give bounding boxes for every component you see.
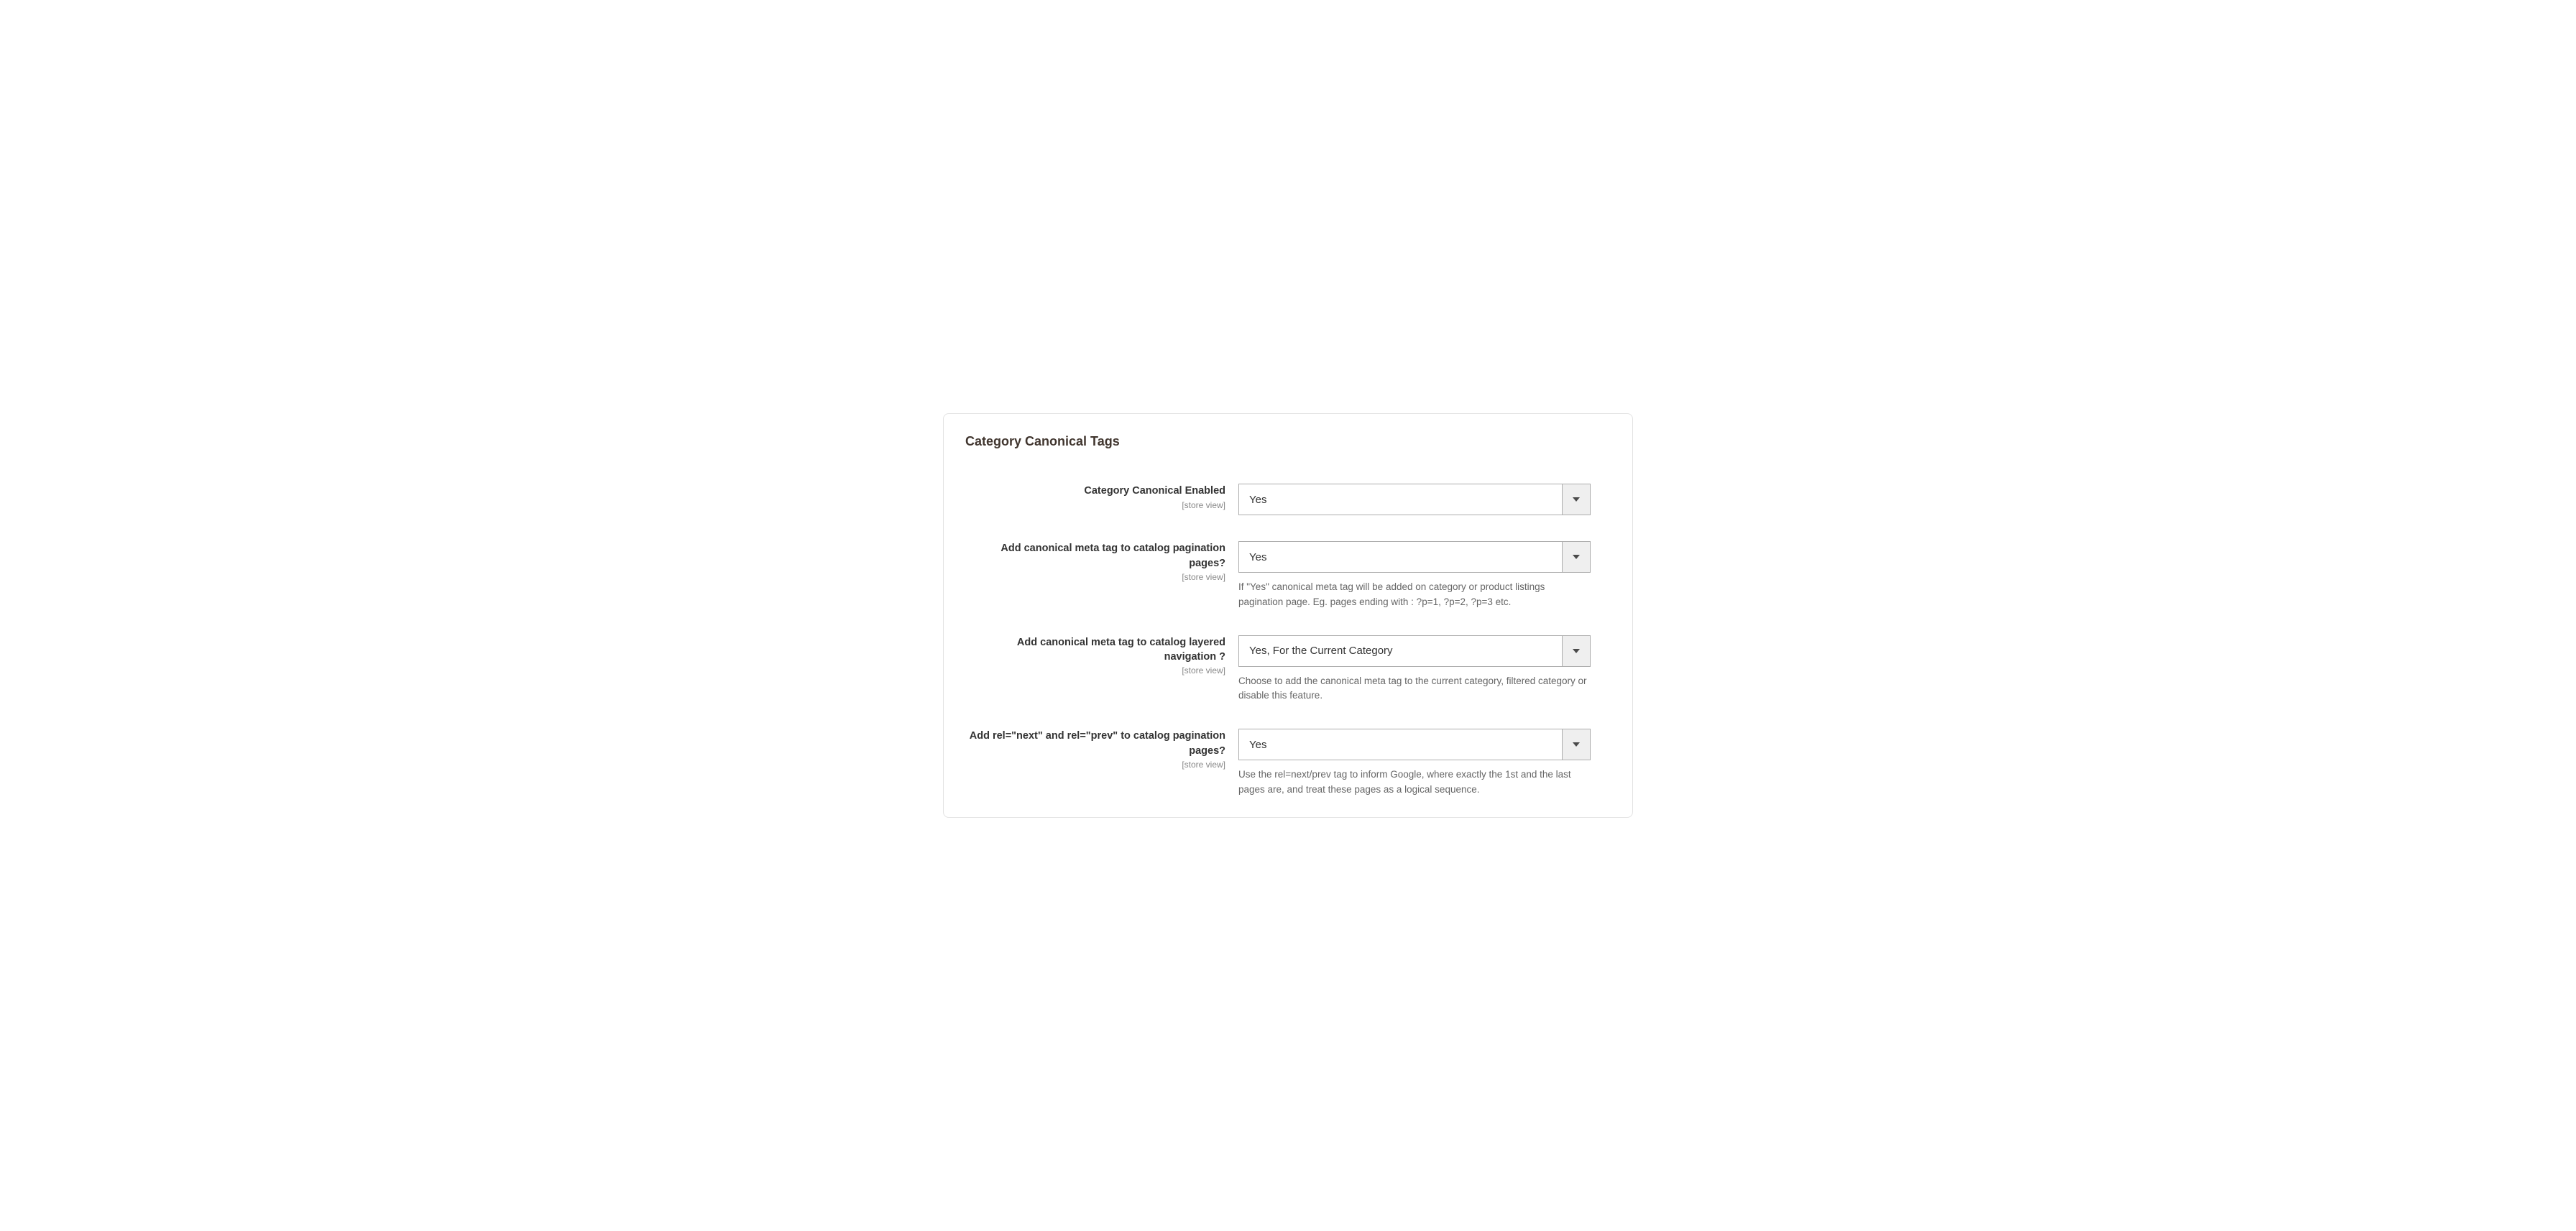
field-label-col: Add canonical meta tag to catalog layere… <box>965 635 1238 676</box>
field-label-col: Category Canonical Enabled [store view] <box>965 484 1238 510</box>
select-pagination-canonical[interactable]: Yes <box>1238 541 1591 573</box>
field-row-pagination-canonical: Add canonical meta tag to catalog pagina… <box>965 541 1611 609</box>
select-wrapper-rel-next-prev: Yes <box>1238 729 1591 760</box>
field-label-canonical-enabled: Category Canonical Enabled <box>965 484 1225 498</box>
select-rel-next-prev[interactable]: Yes <box>1238 729 1591 760</box>
field-control-col: Yes, For the Current Category Choose to … <box>1238 635 1591 704</box>
field-scope: [store view] <box>965 665 1225 676</box>
field-control-col: Yes Use the rel=next/prev tag to inform … <box>1238 729 1591 797</box>
field-row-canonical-enabled: Category Canonical Enabled [store view] … <box>965 484 1611 515</box>
select-wrapper-canonical-enabled: Yes <box>1238 484 1591 515</box>
field-control-col: Yes If "Yes" canonical meta tag will be … <box>1238 541 1591 609</box>
field-note-layered-nav-canonical: Choose to add the canonical meta tag to … <box>1238 674 1591 704</box>
field-row-rel-next-prev: Add rel="next" and rel="prev" to catalog… <box>965 729 1611 797</box>
field-row-layered-nav-canonical: Add canonical meta tag to catalog layere… <box>965 635 1611 704</box>
field-scope: [store view] <box>965 500 1225 510</box>
field-label-col: Add rel="next" and rel="prev" to catalog… <box>965 729 1238 770</box>
field-note-rel-next-prev: Use the rel=next/prev tag to inform Goog… <box>1238 767 1591 797</box>
field-label-col: Add canonical meta tag to catalog pagina… <box>965 541 1238 582</box>
field-label-layered-nav-canonical: Add canonical meta tag to catalog layere… <box>965 635 1225 665</box>
panel-title: Category Canonical Tags <box>965 434 1611 449</box>
select-layered-nav-canonical[interactable]: Yes, For the Current Category <box>1238 635 1591 667</box>
field-note-pagination-canonical: If "Yes" canonical meta tag will be adde… <box>1238 580 1591 609</box>
field-label-rel-next-prev: Add rel="next" and rel="prev" to catalog… <box>965 729 1225 758</box>
category-canonical-tags-panel: Category Canonical Tags Category Canonic… <box>943 413 1633 818</box>
select-canonical-enabled[interactable]: Yes <box>1238 484 1591 515</box>
select-wrapper-pagination-canonical: Yes <box>1238 541 1591 573</box>
select-wrapper-layered-nav-canonical: Yes, For the Current Category <box>1238 635 1591 667</box>
field-scope: [store view] <box>965 760 1225 770</box>
field-control-col: Yes <box>1238 484 1591 515</box>
field-label-pagination-canonical: Add canonical meta tag to catalog pagina… <box>965 541 1225 571</box>
field-scope: [store view] <box>965 572 1225 582</box>
